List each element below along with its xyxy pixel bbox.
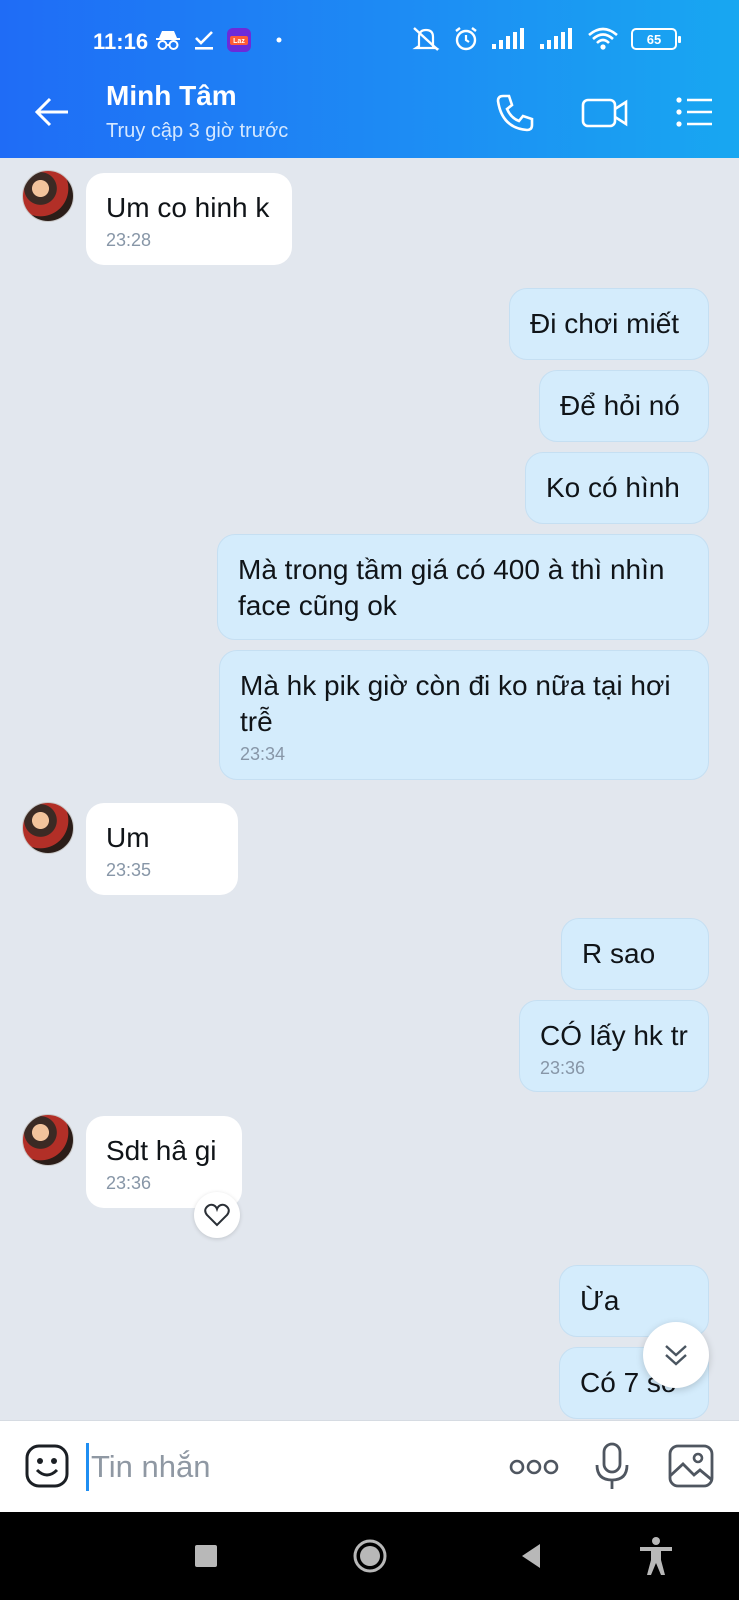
message-outgoing[interactable]: Để hỏi nó — [539, 370, 709, 442]
system-navigation-bar — [0, 1512, 739, 1600]
message-text: Sdt hâ gi — [106, 1135, 217, 1166]
message-input[interactable] — [86, 1443, 466, 1491]
scroll-to-bottom-button[interactable] — [643, 1322, 709, 1388]
top-bar: 11:16 Laz 65 Minh Tâm Truy cập 3 giờ trư… — [0, 0, 739, 158]
status-icons-left: Laz — [155, 28, 285, 52]
phone-icon[interactable] — [492, 90, 538, 136]
avatar[interactable] — [22, 170, 74, 222]
message-text: Um co hinh k — [106, 192, 270, 223]
message-outgoing[interactable]: CÓ lấy hk tr 23:36 — [519, 1000, 709, 1092]
svg-text:Laz: Laz — [233, 38, 245, 45]
message-time: 23:34 — [240, 744, 286, 764]
avatar[interactable] — [22, 1114, 74, 1166]
accessibility-icon[interactable] — [634, 1534, 678, 1578]
avatar[interactable] — [22, 802, 74, 854]
message-text: Um — [106, 822, 150, 853]
message-outgoing[interactable]: Mà hk pik giờ còn đi ko nữa tại hơi trễ … — [219, 650, 709, 780]
message-text: Để hỏi nó — [560, 390, 680, 421]
check-icon — [195, 31, 213, 50]
status-time: 11:16 — [93, 29, 149, 54]
message-text: Ko có hình — [546, 472, 680, 503]
react-heart-button[interactable] — [194, 1192, 240, 1238]
lazada-app-icon: Laz — [227, 28, 251, 52]
recent-apps-icon[interactable] — [184, 1534, 228, 1578]
mute-icon — [412, 27, 440, 51]
alarm-icon — [455, 27, 477, 51]
chat-header: Minh Tâm Truy cập 3 giờ trước — [0, 68, 739, 158]
message-time: 23:36 — [106, 1173, 152, 1193]
message-outgoing[interactable]: Đi chơi miết — [509, 288, 709, 360]
battery-icon: 65 — [631, 28, 681, 50]
menu-list-icon[interactable] — [672, 90, 718, 136]
double-chevron-down-icon — [665, 1345, 687, 1366]
message-text: Ừa — [580, 1285, 620, 1316]
chat-messages[interactable]: Um co hinh k 23:28 Đi chơi miết Để hỏi n… — [0, 158, 739, 1420]
signal-icon — [540, 28, 572, 49]
message-text: CÓ lấy hk tr — [540, 1020, 688, 1051]
dot-icon — [276, 37, 282, 43]
message-incoming[interactable]: Um 23:35 — [86, 803, 238, 895]
contact-name[interactable]: Minh Tâm — [106, 80, 237, 112]
status-icons-right: 65 — [411, 26, 681, 52]
message-text: Đi chơi miết — [530, 308, 680, 339]
message-text: R sao — [582, 938, 656, 969]
contact-last-seen: Truy cập 3 giờ trước — [106, 120, 289, 142]
home-icon[interactable] — [348, 1534, 392, 1578]
back-arrow-icon[interactable] — [30, 90, 74, 134]
microphone-icon[interactable] — [592, 1441, 632, 1493]
message-time: 23:28 — [106, 230, 152, 250]
wifi-icon — [588, 27, 618, 50]
message-outgoing[interactable]: Mà trong tầm giá có 400 à thì nhìn face … — [217, 534, 709, 640]
heart-icon — [204, 1203, 230, 1227]
image-picker-icon[interactable] — [667, 1443, 715, 1489]
more-options-icon[interactable] — [508, 1453, 560, 1481]
signal-icon — [492, 28, 524, 49]
back-nav-icon[interactable] — [510, 1534, 554, 1578]
incognito-icon — [156, 31, 180, 50]
message-text: Mà hk pik giờ còn đi ko nữa tại hơi trễ — [240, 670, 671, 737]
message-outgoing[interactable]: R sao — [561, 918, 709, 990]
status-bar: 11:16 Laz 65 — [0, 0, 739, 68]
message-outgoing[interactable]: Ko có hình — [525, 452, 709, 524]
video-call-icon[interactable] — [580, 90, 630, 136]
message-text: Mà trong tầm giá có 400 à thì nhìn face … — [238, 554, 665, 621]
message-time: 23:35 — [106, 860, 152, 880]
sticker-emoji-icon[interactable] — [24, 1443, 70, 1489]
message-time: 23:36 — [540, 1058, 586, 1078]
message-incoming[interactable]: Um co hinh k 23:28 — [86, 173, 292, 265]
battery-level: 65 — [646, 31, 662, 47]
message-composer — [0, 1420, 739, 1512]
